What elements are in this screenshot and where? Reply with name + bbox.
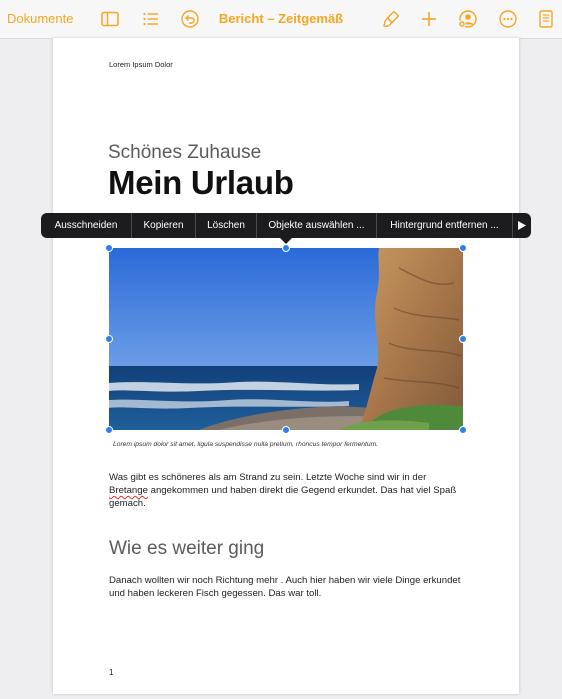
menu-item-delete[interactable]: Löschen	[196, 213, 257, 238]
document-subtitle[interactable]: Schönes Zuhause	[108, 142, 261, 164]
document-page: Lorem Ipsum Dolor Schönes Zuhause Mein U…	[53, 38, 519, 694]
undo-icon[interactable]	[180, 9, 200, 29]
section-heading[interactable]: Wie es weiter ging	[109, 538, 264, 560]
resize-handle-bottom-left[interactable]	[105, 426, 113, 434]
document-title[interactable]: Bericht – Zeitgemäß	[219, 11, 343, 26]
misspelled-word[interactable]: Bretange	[109, 485, 148, 496]
context-menu-pointer	[280, 238, 292, 244]
sidebar-icon[interactable]	[100, 9, 120, 29]
list-icon[interactable]	[141, 9, 161, 29]
resize-handle-bottom-center[interactable]	[282, 426, 290, 434]
paragraph-1-end: angekommen und haben direkt die Gegend e…	[109, 485, 457, 510]
paragraph-1-start: Was gibt es schöneres als am Strand zu s…	[109, 472, 427, 483]
resize-handle-bottom-right[interactable]	[459, 426, 467, 434]
document-view-icon[interactable]	[536, 9, 556, 29]
menu-item-cut[interactable]: Ausschneiden	[41, 213, 132, 238]
documents-back-button[interactable]: Dokumente	[7, 11, 73, 26]
menu-item-remove-background[interactable]: Hintergrund entfernen ...	[377, 213, 513, 238]
page-number: 1	[109, 668, 114, 677]
beach-cliff-photo[interactable]	[109, 248, 463, 430]
resize-handle-top-right[interactable]	[459, 244, 467, 252]
menu-item-select-objects[interactable]: Objekte auswählen ...	[257, 213, 377, 238]
more-icon[interactable]	[498, 9, 518, 29]
paintbrush-icon[interactable]	[381, 9, 401, 29]
document-title-heading[interactable]: Mein Urlaub	[108, 164, 294, 202]
resize-handle-top-center[interactable]	[282, 244, 290, 252]
context-menu: Ausschneiden Kopieren Löschen Objekte au…	[41, 213, 531, 238]
toolbar: Dokumente Bericht – Zeitgemäß	[0, 0, 562, 39]
image-caption[interactable]: Lorem ipsum dolor sit amet, ligula suspe…	[113, 441, 378, 448]
resize-handle-middle-right[interactable]	[459, 335, 467, 343]
paragraph-1[interactable]: Was gibt es schöneres als am Strand zu s…	[109, 471, 464, 511]
plus-icon[interactable]	[419, 9, 439, 29]
collaborate-icon[interactable]	[458, 9, 478, 29]
menu-more-button[interactable]	[513, 213, 531, 238]
page-header-text[interactable]: Lorem Ipsum Dolor	[109, 60, 173, 69]
resize-handle-middle-left[interactable]	[105, 335, 113, 343]
play-arrow-icon	[518, 221, 526, 230]
resize-handle-top-left[interactable]	[105, 244, 113, 252]
menu-item-copy[interactable]: Kopieren	[132, 213, 196, 238]
paragraph-2[interactable]: Danach wollten wir noch Richtung mehr . …	[109, 574, 464, 600]
